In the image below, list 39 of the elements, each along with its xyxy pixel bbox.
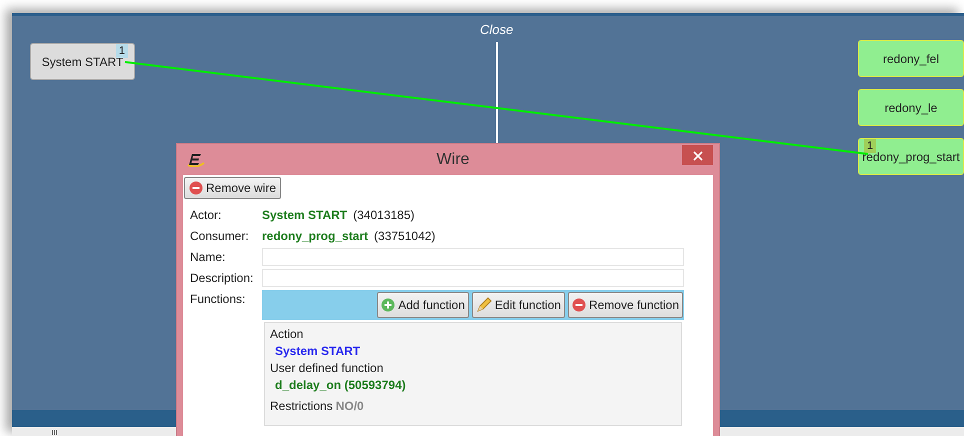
section-label: Restrictions (270, 398, 333, 415)
field-label: Name: (190, 249, 226, 266)
input-field[interactable] (262, 269, 684, 287)
action-value: System START (274, 343, 362, 360)
close-label[interactable]: Close (480, 20, 514, 40)
field-label: Consumer: (190, 228, 250, 245)
remove-wire-button[interactable]: Remove wire (184, 177, 282, 199)
close-icon (692, 151, 702, 162)
count-badge: 1 (864, 139, 876, 153)
function-value: d_delay_on (50593794) (274, 377, 407, 394)
restrictions-value: NO/0 (336, 398, 364, 415)
section-label: User defined function (270, 360, 384, 377)
close-button[interactable] (682, 145, 713, 165)
field-label: Functions: (190, 291, 246, 308)
node[interactable]: System START 1 (30, 43, 135, 80)
plus-icon (381, 298, 396, 312)
id-text: (34013185) (353, 207, 415, 224)
add-function-button[interactable]: Add function (377, 292, 469, 318)
count-badge: 1 (116, 44, 128, 58)
window-title: Wire (436, 150, 470, 170)
node[interactable]: redony_le (858, 89, 964, 126)
node[interactable]: redony_prog_start 1 (858, 138, 964, 175)
field-value: System START (262, 207, 348, 224)
id-text: (33751042) (374, 228, 436, 245)
input-field[interactable] (262, 248, 684, 266)
node-label: redony_fel (882, 50, 940, 68)
field-label: Actor: (190, 207, 222, 224)
node-label: redony_le (884, 100, 938, 116)
pencil-icon (476, 297, 492, 313)
grip-icon[interactable] (52, 430, 58, 435)
remove-function-button[interactable]: Remove function (568, 292, 683, 318)
section-label: Action (270, 326, 304, 343)
node[interactable]: redony_fel (858, 40, 964, 77)
minus-icon (189, 181, 203, 195)
minus-icon (572, 298, 586, 312)
app-logo-icon (187, 152, 205, 166)
edit-function-button[interactable]: Edit function (472, 292, 565, 318)
field-label: Description: (190, 270, 254, 287)
field-value: redony_prog_start (262, 228, 368, 245)
